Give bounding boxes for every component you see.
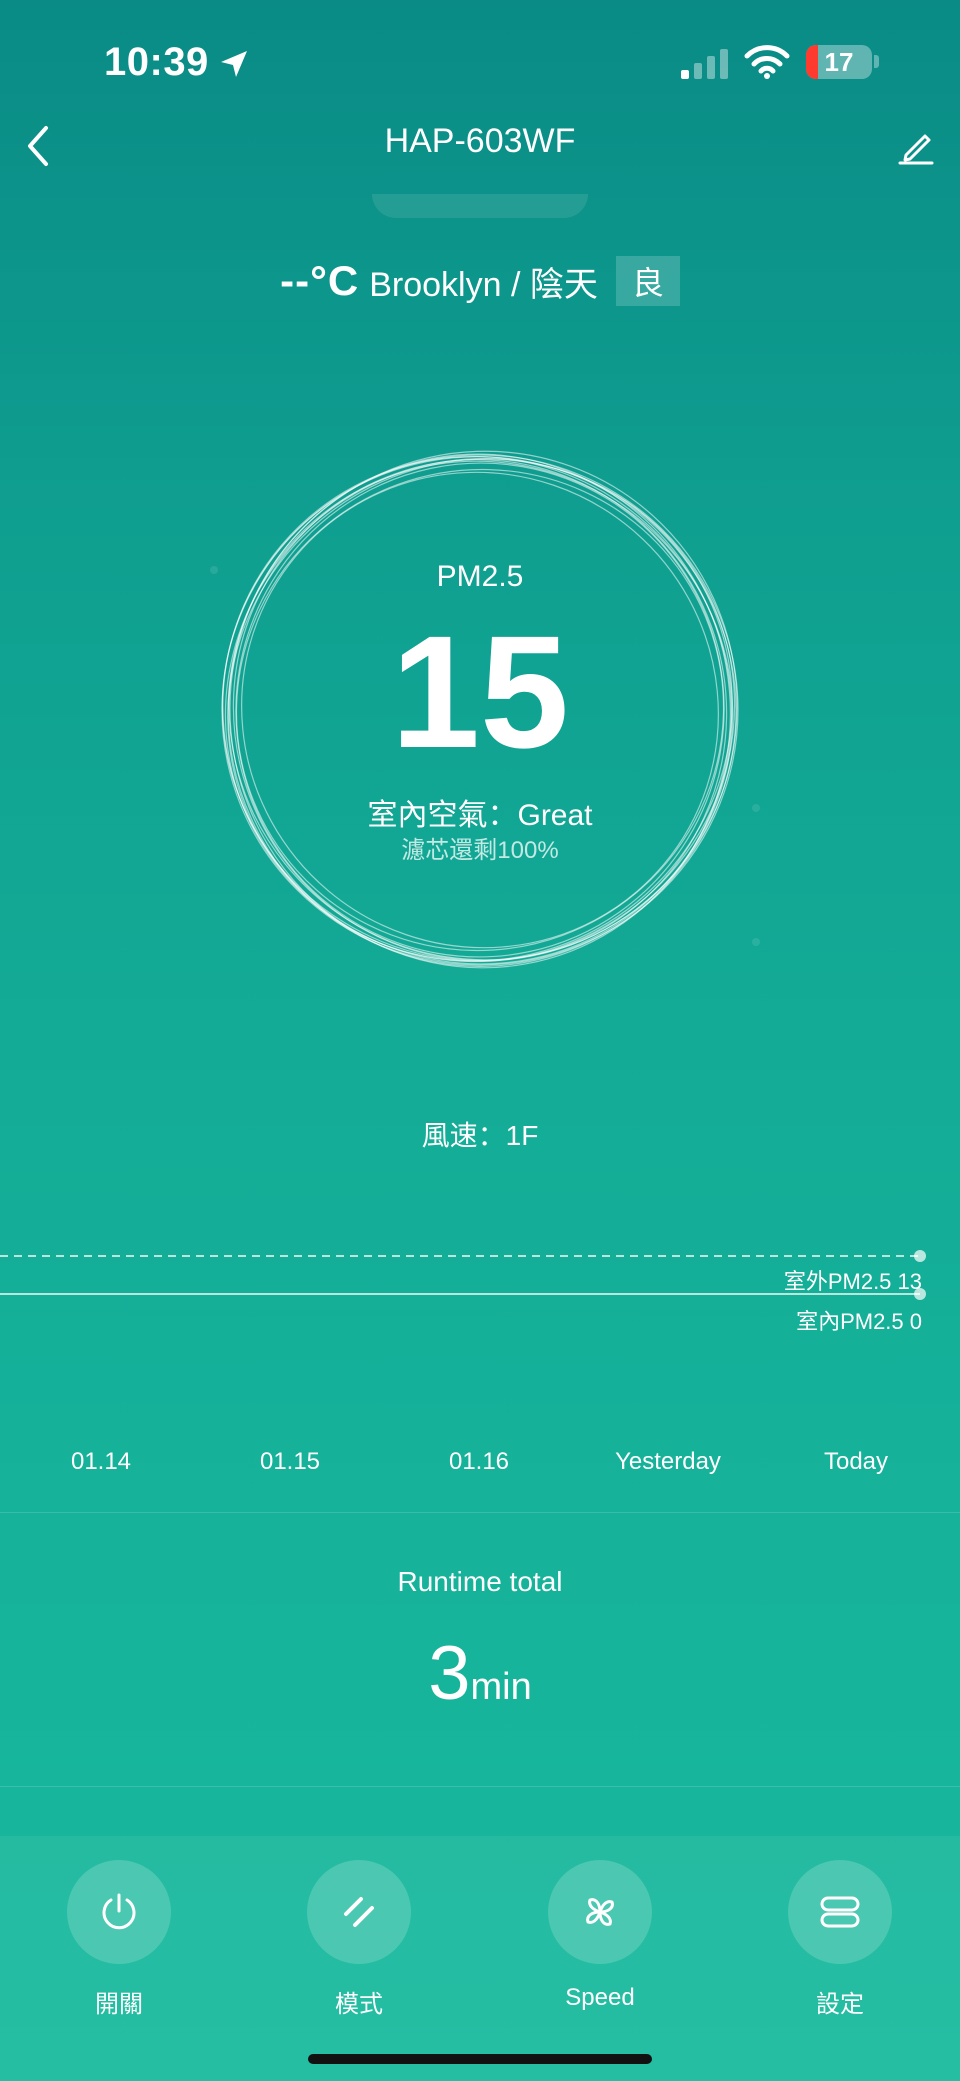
settings-label: 設定 xyxy=(816,1991,864,2018)
divider xyxy=(0,1512,960,1513)
fan-icon xyxy=(586,1898,614,1926)
battery-level: 17 xyxy=(824,47,854,77)
outdoor-temperature: --°C xyxy=(280,257,360,304)
mode-button-circle[interactable] xyxy=(307,1860,411,1964)
page-title: HAP-603WF xyxy=(384,122,576,160)
mode-label: 模式 xyxy=(335,1991,383,2018)
location-arrow-icon xyxy=(221,51,247,77)
home-indicator[interactable] xyxy=(308,2054,652,2064)
mode-icon xyxy=(344,1897,374,1927)
settings-icon xyxy=(820,1896,860,1928)
date-label[interactable]: Today xyxy=(824,1448,888,1476)
mode-button[interactable]: 模式 xyxy=(307,1860,411,2018)
outdoor-pm25-label: 室外PM2.5 13 xyxy=(783,1269,922,1294)
settings-button-circle[interactable] xyxy=(788,1860,892,1964)
runtime-number: 3 xyxy=(428,1631,471,1716)
speed-label: Speed xyxy=(565,1984,635,2011)
power-button[interactable]: 開關 xyxy=(67,1860,171,2018)
pull-handle[interactable] xyxy=(372,194,588,218)
fan-speed: 風速：1F xyxy=(421,1120,539,1151)
date-label[interactable]: 01.16 xyxy=(449,1448,509,1476)
wifi-icon xyxy=(744,45,790,79)
weather-location: Brooklyn / 陰天 xyxy=(369,265,598,304)
power-button-circle[interactable] xyxy=(67,1860,171,1964)
battery-nub xyxy=(874,55,879,68)
status-time: 10:39 xyxy=(104,40,209,84)
power-icon xyxy=(102,1893,136,1930)
date-label[interactable]: 01.15 xyxy=(260,1448,320,1476)
indoor-air-quality: 室內空氣：Great xyxy=(367,799,593,832)
cellular-signal-icon xyxy=(681,49,728,79)
power-label: 開關 xyxy=(95,1991,143,2018)
filter-remaining: 濾芯還剩100% xyxy=(401,837,559,864)
weather-row: --°C Brooklyn / 陰天 良 xyxy=(0,256,960,306)
date-label[interactable]: 01.14 xyxy=(71,1448,131,1476)
pm25-value: 15 xyxy=(391,602,569,781)
indoor-pm25-label: 室內PM2.5 0 xyxy=(796,1309,922,1334)
divider xyxy=(0,1786,960,1787)
speed-button[interactable]: Speed xyxy=(548,1860,652,2011)
outdoor-pm25-point xyxy=(914,1250,926,1262)
pm25-label: PM2.5 xyxy=(436,560,524,593)
runtime-unit: min xyxy=(470,1666,532,1708)
battery-indicator: 17 xyxy=(806,45,872,79)
settings-button[interactable]: 設定 xyxy=(788,1860,892,2018)
decor-dot xyxy=(752,938,760,946)
runtime-label: Runtime total xyxy=(397,1566,563,1597)
date-label[interactable]: Yesterday xyxy=(615,1448,721,1476)
outdoor-aqi-badge: 良 xyxy=(615,256,680,306)
edit-icon[interactable] xyxy=(896,126,936,166)
speed-button-circle[interactable] xyxy=(548,1860,652,1964)
runtime-value: 3min xyxy=(0,1630,960,1717)
